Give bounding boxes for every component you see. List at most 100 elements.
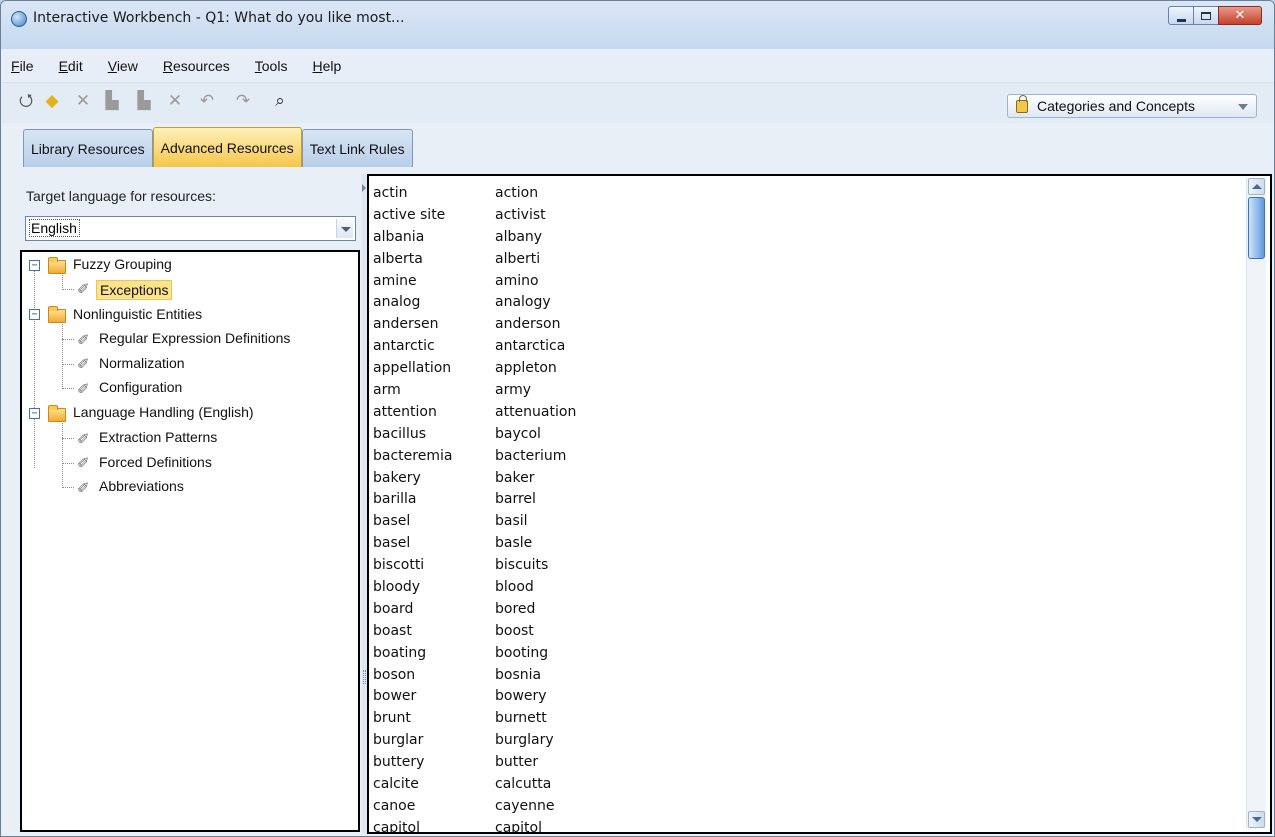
word-pair-row[interactable]: bakery baker bbox=[373, 468, 655, 490]
word-pair-row[interactable]: capitol capitol bbox=[373, 818, 655, 832]
menu-file[interactable]: File bbox=[11, 58, 34, 74]
word-cell-second[interactable]: baker bbox=[495, 468, 655, 490]
word-cell-second[interactable]: cayenne bbox=[495, 796, 655, 818]
word-cell-second[interactable]: bosnia bbox=[495, 665, 655, 687]
tree-item-configuration[interactable]: Configuration bbox=[99, 379, 182, 395]
cut-icon[interactable]: ✕ bbox=[74, 92, 92, 110]
word-pair-row[interactable]: boast boost bbox=[373, 621, 655, 643]
word-cell-second[interactable]: attenuation bbox=[495, 402, 655, 424]
word-cell-first[interactable]: antarctic bbox=[373, 336, 495, 358]
word-cell-first[interactable]: appellation bbox=[373, 358, 495, 380]
word-cell-second[interactable]: alberti bbox=[495, 249, 655, 271]
word-cell-second[interactable]: anderson bbox=[495, 314, 655, 336]
word-cell-second[interactable]: appleton bbox=[495, 358, 655, 380]
word-cell-second[interactable]: booting bbox=[495, 643, 655, 665]
tab-text-link-rules[interactable]: Text Link Rules bbox=[301, 129, 413, 167]
word-pair-row[interactable]: actin action bbox=[373, 183, 655, 205]
word-pair-row[interactable]: buttery butter bbox=[373, 752, 655, 774]
word-cell-first[interactable]: capitol bbox=[373, 818, 495, 832]
word-pair-row[interactable]: basel basle bbox=[373, 533, 655, 555]
word-pair-row[interactable]: alberta alberti bbox=[373, 249, 655, 271]
word-pair-row[interactable]: analog analogy bbox=[373, 292, 655, 314]
word-pair-row[interactable]: bacillus baycol bbox=[373, 424, 655, 446]
word-cell-first[interactable]: burglar bbox=[373, 730, 495, 752]
collapse-arrow-icon[interactable] bbox=[362, 184, 366, 192]
word-cell-first[interactable]: analog bbox=[373, 292, 495, 314]
word-pair-row[interactable]: bloody blood bbox=[373, 577, 655, 599]
word-cell-second[interactable]: antarctica bbox=[495, 336, 655, 358]
word-cell-first[interactable]: bacteremia bbox=[373, 446, 495, 468]
word-pair-row[interactable]: amine amino bbox=[373, 271, 655, 293]
tree-item-normalization[interactable]: Normalization bbox=[99, 355, 185, 371]
word-cell-first[interactable]: basel bbox=[373, 533, 495, 555]
word-cell-first[interactable]: arm bbox=[373, 380, 495, 402]
word-pair-row[interactable]: boating booting bbox=[373, 643, 655, 665]
tree-item-fuzzy-grouping[interactable]: Fuzzy Grouping bbox=[73, 256, 172, 272]
tree-item-regular-expression-definitions[interactable]: Regular Expression Definitions bbox=[99, 330, 290, 346]
menu-edit[interactable]: Edit bbox=[59, 58, 83, 74]
collapse-icon[interactable]: − bbox=[29, 408, 40, 419]
word-cell-second[interactable]: basil bbox=[495, 511, 655, 533]
scroll-down-button[interactable] bbox=[1248, 811, 1265, 828]
word-cell-second[interactable]: barrel bbox=[495, 489, 655, 511]
word-pair-row[interactable]: boson bosnia bbox=[373, 665, 655, 687]
word-cell-first[interactable]: alberta bbox=[373, 249, 495, 271]
tab-library-resources[interactable]: Library Resources bbox=[23, 129, 153, 167]
word-pair-row[interactable]: active site activist bbox=[373, 205, 655, 227]
word-cell-first[interactable]: boast bbox=[373, 621, 495, 643]
scroll-thumb[interactable] bbox=[1248, 197, 1265, 259]
word-pair-row[interactable]: brunt burnett bbox=[373, 708, 655, 730]
word-cell-second[interactable]: action bbox=[495, 183, 655, 205]
word-cell-second[interactable]: baycol bbox=[495, 424, 655, 446]
word-cell-first[interactable]: board bbox=[373, 599, 495, 621]
copy-icon[interactable]: ▙ bbox=[103, 92, 121, 110]
target-language-select[interactable]: English bbox=[25, 216, 356, 241]
splitter-grip-icon[interactable] bbox=[363, 670, 366, 684]
word-pair-row[interactable]: arm army bbox=[373, 380, 655, 402]
close-button[interactable]: ✕ bbox=[1218, 6, 1262, 25]
word-cell-first[interactable]: biscotti bbox=[373, 555, 495, 577]
collapse-icon[interactable]: − bbox=[29, 309, 40, 320]
word-cell-second[interactable]: bowery bbox=[495, 686, 655, 708]
tree-item-nonlinguistic-entities[interactable]: Nonlinguistic Entities bbox=[73, 306, 202, 322]
highlight-icon[interactable]: ◆ bbox=[43, 92, 61, 110]
word-pair-row[interactable]: attention attenuation bbox=[373, 402, 655, 424]
word-cell-second[interactable]: bored bbox=[495, 599, 655, 621]
word-cell-second[interactable]: blood bbox=[495, 577, 655, 599]
menu-tools[interactable]: Tools bbox=[255, 58, 288, 74]
word-cell-second[interactable]: burglary bbox=[495, 730, 655, 752]
chevron-down-icon[interactable] bbox=[336, 219, 353, 238]
word-cell-first[interactable]: bower bbox=[373, 686, 495, 708]
word-cell-first[interactable]: bloody bbox=[373, 577, 495, 599]
word-cell-first[interactable]: andersen bbox=[373, 314, 495, 336]
word-cell-first[interactable]: attention bbox=[373, 402, 495, 424]
scroll-up-button[interactable] bbox=[1248, 178, 1265, 195]
view-selector[interactable]: Categories and Concepts bbox=[1007, 94, 1257, 118]
word-pair-row[interactable]: board bored bbox=[373, 599, 655, 621]
word-pair-row[interactable]: calcite calcutta bbox=[373, 774, 655, 796]
find-icon[interactable]: ⌕ bbox=[271, 92, 289, 110]
word-pair-row[interactable]: barilla barrel bbox=[373, 489, 655, 511]
menu-resources[interactable]: Resources bbox=[163, 58, 230, 74]
word-cell-first[interactable]: bacillus bbox=[373, 424, 495, 446]
word-cell-second[interactable]: bacterium bbox=[495, 446, 655, 468]
word-cell-second[interactable]: calcutta bbox=[495, 774, 655, 796]
word-pair-row[interactable]: andersen anderson bbox=[373, 314, 655, 336]
word-pair-row[interactable]: bower bowery bbox=[373, 686, 655, 708]
paste-icon[interactable]: ▙ bbox=[135, 92, 153, 110]
word-cell-second[interactable]: biscuits bbox=[495, 555, 655, 577]
tree-item-extraction-patterns[interactable]: Extraction Patterns bbox=[99, 429, 217, 445]
menu-help[interactable]: Help bbox=[312, 58, 341, 74]
word-cell-first[interactable]: basel bbox=[373, 511, 495, 533]
word-cell-first[interactable]: amine bbox=[373, 271, 495, 293]
vertical-scrollbar[interactable] bbox=[1246, 178, 1266, 828]
word-cell-second[interactable]: burnett bbox=[495, 708, 655, 730]
tree-item-abbreviations[interactable]: Abbreviations bbox=[99, 478, 184, 494]
word-pair-row[interactable]: basel basil bbox=[373, 511, 655, 533]
word-pair-row[interactable]: burglar burglary bbox=[373, 730, 655, 752]
word-pair-row[interactable]: albania albany bbox=[373, 227, 655, 249]
word-cell-second[interactable]: basle bbox=[495, 533, 655, 555]
collapse-icon[interactable]: − bbox=[29, 260, 40, 271]
word-cell-second[interactable]: analogy bbox=[495, 292, 655, 314]
word-cell-first[interactable]: active site bbox=[373, 205, 495, 227]
